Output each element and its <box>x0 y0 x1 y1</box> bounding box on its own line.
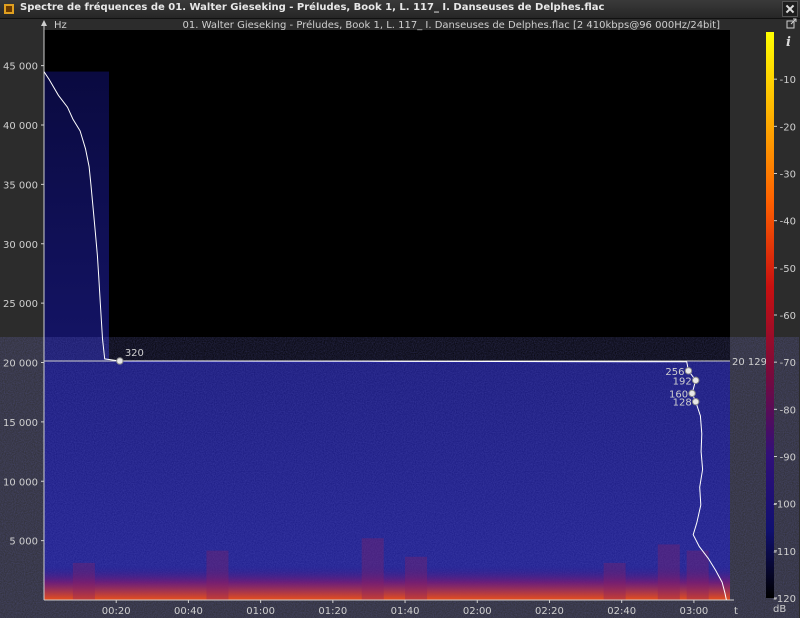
colorbar-tick-label: -70 <box>780 358 796 369</box>
y-tick-label: 5 000 <box>9 537 38 548</box>
bitrate-marker-dot <box>116 357 124 365</box>
x-tick-label: 01:40 <box>391 606 420 617</box>
colorbar-tick-label: -10 <box>780 75 796 86</box>
x-tick-label: 01:20 <box>318 606 347 617</box>
bitrate-marker-label: 128 <box>673 398 692 409</box>
bitrate-marker-dot <box>692 397 700 406</box>
spectrogram-bass-energy <box>44 564 730 600</box>
app-icon <box>4 4 14 14</box>
spectrogram-intro-band <box>44 71 109 361</box>
y-axis-arrow <box>41 20 47 26</box>
x-tick-label: 03:00 <box>679 606 708 617</box>
y-tick-label: 15 000 <box>3 418 38 429</box>
energy-burst <box>361 538 384 600</box>
colorbar-ticks: -10-20-30-40-50-60-70-80-90-100-110-120 <box>773 75 796 605</box>
title-bar[interactable]: Spectre de fréquences de 01. Walter Gies… <box>0 0 800 19</box>
y-tick-label: 20 000 <box>3 359 38 370</box>
x-tick-label: 00:20 <box>102 606 131 617</box>
info-icon[interactable]: i <box>786 35 791 50</box>
energy-burst <box>405 556 428 600</box>
y-tick-label: 10 000 <box>3 477 38 488</box>
spectrum-window: Spectre de fréquences de 01. Walter Gies… <box>0 0 800 618</box>
colorbar-tick-label: -80 <box>780 405 796 416</box>
bitrate-marker-dot <box>688 389 696 398</box>
bitrate-marker-label: 192 <box>673 376 692 387</box>
y-axis-label: Hz <box>54 20 67 31</box>
x-tick-label: 00:40 <box>174 606 203 617</box>
colorbar-tick-label: -20 <box>780 122 796 133</box>
colorbar-tick-label: -50 <box>780 264 796 275</box>
x-tick-label: 02:40 <box>607 606 636 617</box>
bitrate-marker-dot <box>692 376 700 385</box>
close-button[interactable] <box>782 1 798 17</box>
x-tick-label: 02:00 <box>463 606 492 617</box>
bitrate-marker-dot <box>684 367 693 375</box>
y-tick-label: 35 000 <box>3 180 38 191</box>
energy-burst <box>657 544 680 600</box>
colorbar-tick-label: -100 <box>773 500 796 511</box>
y-tick-label: 40 000 <box>3 121 38 132</box>
spectrogram-grain <box>44 360 730 600</box>
colorbar-unit: dB <box>773 604 786 615</box>
colorbar-tick-label: -90 <box>780 453 796 464</box>
x-tick-label: 02:20 <box>535 606 564 617</box>
colorbar-tick-label: -110 <box>773 547 796 558</box>
colorbar <box>766 32 774 598</box>
y-tick-label: 45 000 <box>3 62 38 73</box>
x-axis-label: t <box>734 606 738 617</box>
energy-burst <box>206 550 229 600</box>
colorbar-tick-label: -40 <box>780 217 796 228</box>
window-title: Spectre de fréquences de 01. Walter Gies… <box>20 2 605 13</box>
x-tick-label: 01:00 <box>246 606 275 617</box>
colorbar-tick-label: -60 <box>780 311 796 322</box>
bitrate-marker-label: 320 <box>125 348 144 359</box>
energy-burst <box>686 550 709 600</box>
x-axis: 00:20 00:40 01:00 01:20 01:40 02:00 02:20 02:40… <box>44 599 734 617</box>
energy-burst <box>603 562 626 600</box>
y-axis: 5 000 10 000 15 000 20 000 25 000 30 000 35 00… <box>3 20 47 600</box>
cutoff-value-label: 20 129 <box>732 357 767 368</box>
external-link-icon[interactable] <box>786 18 797 29</box>
y-tick-label: 25 000 <box>3 299 38 310</box>
file-info: 01. Walter Gieseking - Préludes, Book 1,… <box>182 19 720 31</box>
colorbar-tick-label: -30 <box>780 170 796 181</box>
y-tick-label: 30 000 <box>3 240 38 251</box>
energy-burst <box>72 562 95 600</box>
spectrum-view[interactable]: 5 000 10 000 15 000 20 000 25 000 30 000 35 00… <box>0 18 800 618</box>
